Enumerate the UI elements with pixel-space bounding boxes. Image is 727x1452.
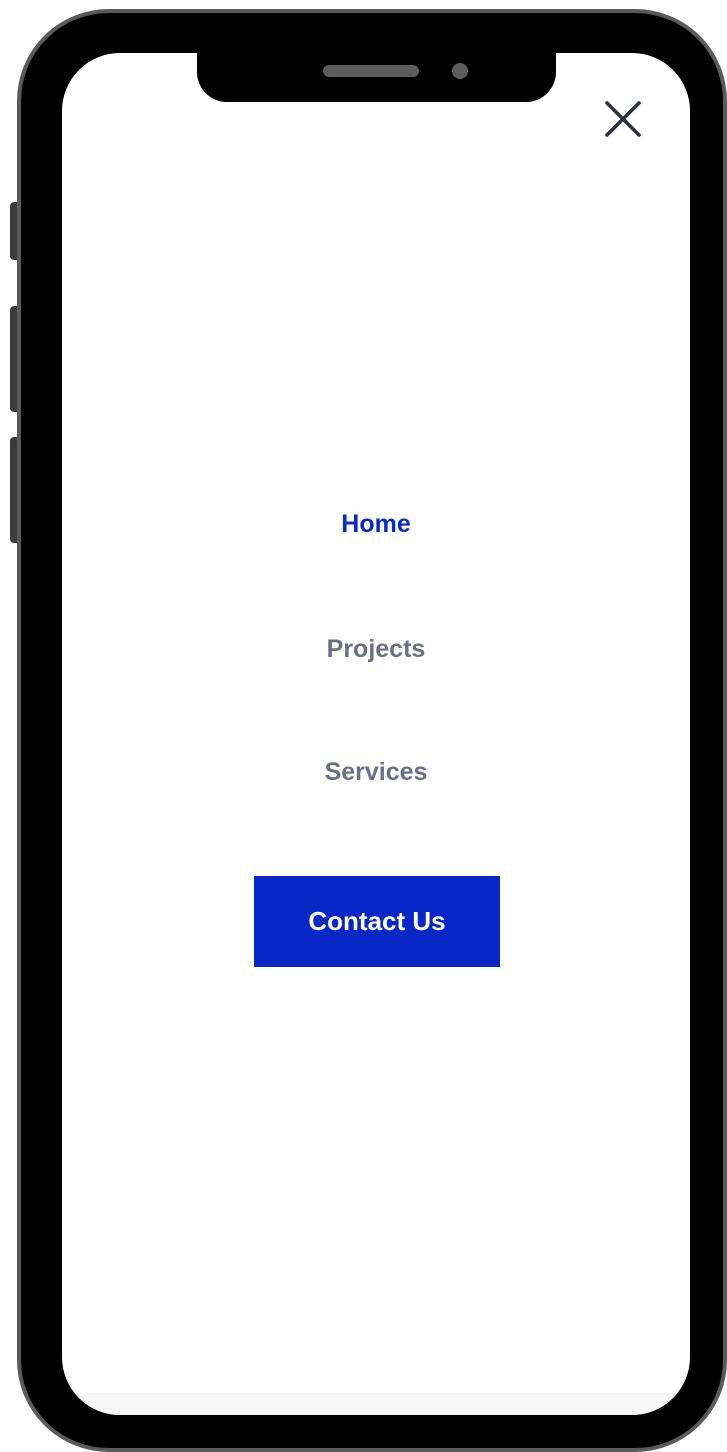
phone-screen xyxy=(62,53,690,1415)
nav-item-services[interactable]: Services xyxy=(62,757,690,787)
close-icon xyxy=(605,101,641,137)
nav-item-home[interactable]: Home xyxy=(62,509,690,539)
front-camera xyxy=(452,63,468,79)
screen-bottom-edge xyxy=(62,1393,690,1415)
contact-us-button[interactable]: Contact Us xyxy=(254,876,500,967)
speaker-grille xyxy=(323,65,419,77)
close-menu-button[interactable] xyxy=(598,96,646,144)
nav-item-projects[interactable]: Projects xyxy=(62,634,690,664)
device-notch xyxy=(197,40,556,102)
